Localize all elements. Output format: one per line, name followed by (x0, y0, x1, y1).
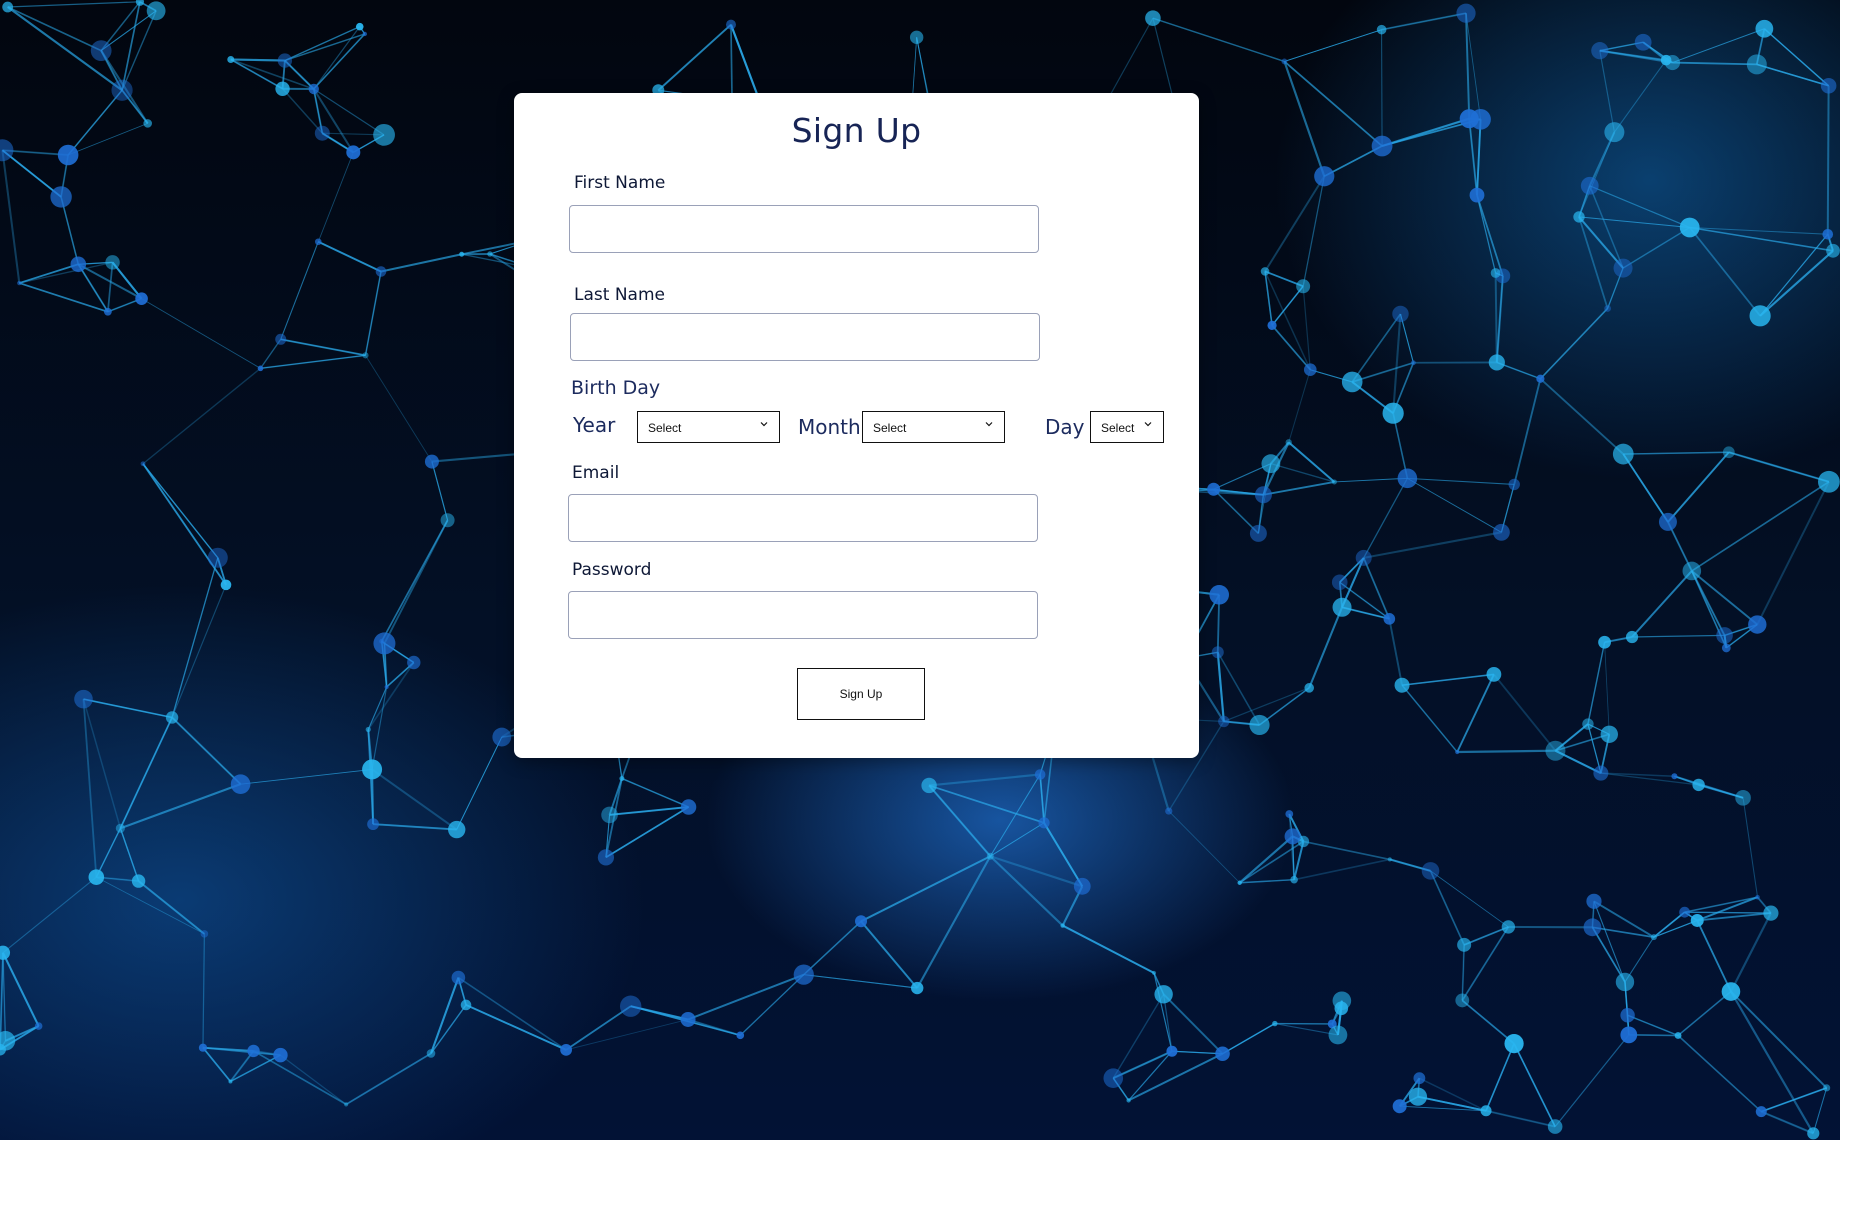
first-name-label: First Name (574, 173, 666, 193)
email-label: Email (572, 463, 620, 483)
email-field[interactable] (568, 494, 1038, 542)
birthday-label: Birth Day (571, 377, 661, 399)
last-name-label: Last Name (574, 285, 665, 305)
day-select-value: Select (1101, 421, 1135, 435)
signup-card: Sign Up First Name Last Name Birth Day Y… (514, 93, 1199, 758)
day-label: Day (1045, 415, 1085, 439)
page-title: Sign Up (791, 111, 922, 150)
month-select-value: Select (873, 421, 907, 435)
last-name-field[interactable] (570, 313, 1040, 361)
year-select[interactable]: Select (637, 411, 780, 443)
password-label: Password (572, 560, 652, 580)
year-label: Year (573, 413, 616, 437)
day-select[interactable]: Select (1090, 411, 1164, 443)
first-name-field[interactable] (569, 205, 1039, 253)
sign-up-button[interactable]: Sign Up (797, 668, 925, 720)
chevron-down-icon (985, 422, 993, 427)
chevron-down-icon (760, 422, 768, 427)
chevron-down-icon (1144, 422, 1152, 427)
password-field[interactable] (568, 591, 1038, 639)
year-select-value: Select (648, 421, 682, 435)
month-select[interactable]: Select (862, 411, 1005, 443)
month-label: Month (798, 415, 861, 439)
